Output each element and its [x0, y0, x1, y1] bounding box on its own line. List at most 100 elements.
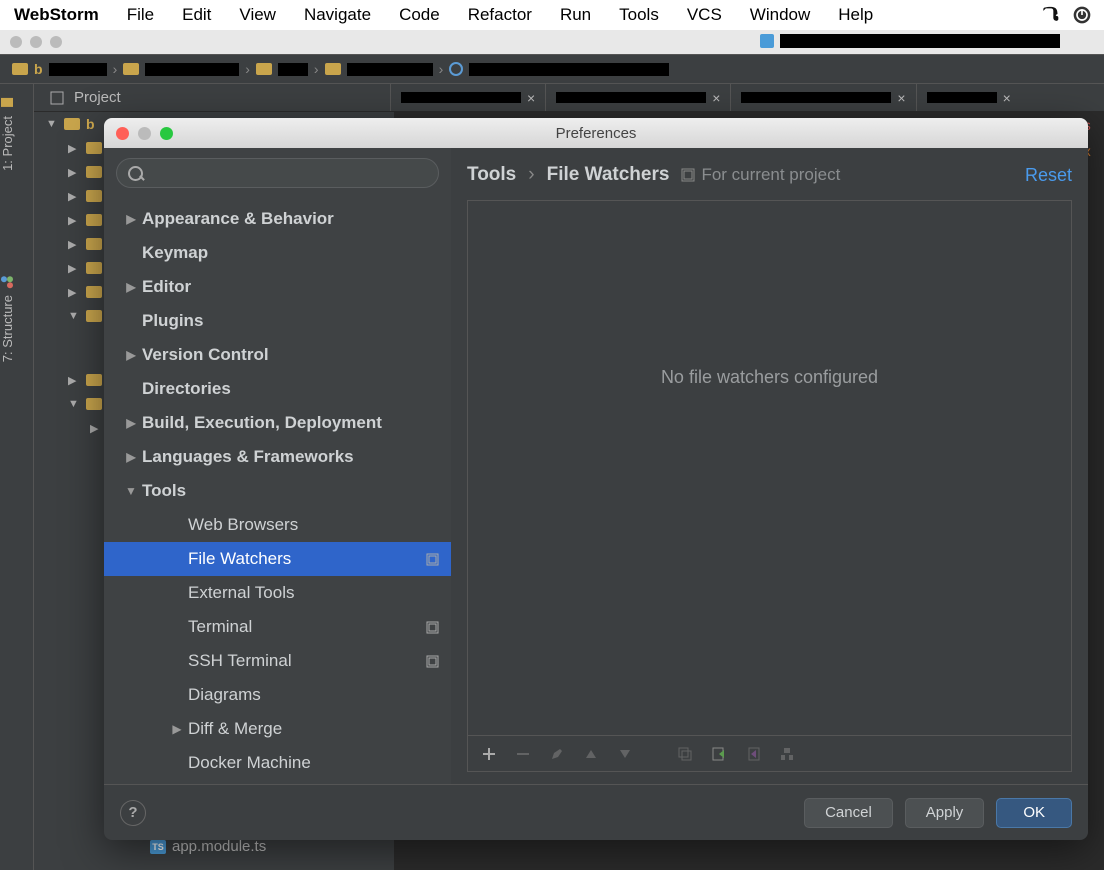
disclosure-arrow-icon: ▶ — [120, 416, 142, 430]
prefs-tree-item-version-control[interactable]: ▶Version Control — [104, 338, 451, 372]
tool-tab-project[interactable]: 1: Project — [0, 84, 15, 183]
tree-item-label: Web Browsers — [188, 515, 298, 535]
per-project-icon — [426, 553, 439, 566]
power-tray-icon[interactable] — [1072, 5, 1092, 25]
prefs-tree-item-plugins[interactable]: Plugins — [104, 304, 451, 338]
ok-button[interactable]: OK — [996, 798, 1072, 828]
per-project-icon — [681, 168, 695, 182]
preferences-tree[interactable]: ▶Appearance & BehaviorKeymap▶EditorPlugi… — [104, 198, 451, 784]
cancel-button[interactable]: Cancel — [804, 798, 893, 828]
prefs-tree-item-tools[interactable]: ▼Tools — [104, 474, 451, 508]
preferences-sidebar: ▶Appearance & BehaviorKeymap▶EditorPlugi… — [104, 148, 451, 784]
tree-item-label: Languages & Frameworks — [142, 447, 354, 467]
preferences-main: Tools › File Watchers For current projec… — [451, 148, 1088, 784]
tree-item-label: Build, Execution, Deployment — [142, 413, 382, 433]
list-toolbar — [468, 735, 1071, 771]
tool-tab-structure[interactable]: 7: Structure — [0, 263, 15, 374]
dialog-title: Preferences — [104, 125, 1088, 142]
preferences-dialog: Preferences ▶Appearance & BehaviorKeymap… — [104, 118, 1088, 840]
menu-tools[interactable]: Tools — [619, 5, 659, 25]
app-name: WebStorm — [14, 5, 99, 25]
export-button[interactable] — [742, 743, 764, 765]
help-button[interactable]: ? — [120, 800, 146, 826]
prefs-tree-item-directories[interactable]: Directories — [104, 372, 451, 406]
tree-item-label: Appearance & Behavior — [142, 209, 334, 229]
prefs-tree-item-keymap[interactable]: Keymap — [104, 236, 451, 270]
scope-label: For current project — [701, 165, 840, 185]
tree-item-label: Editor — [142, 277, 191, 297]
tree-item-label: Plugins — [142, 311, 203, 331]
prefs-tree-item-terminal[interactable]: Terminal — [104, 610, 451, 644]
tree-item-label: Directories — [142, 379, 231, 399]
prefs-tree-item-appearance-behavior[interactable]: ▶Appearance & Behavior — [104, 202, 451, 236]
add-button[interactable] — [478, 743, 500, 765]
per-project-icon — [426, 655, 439, 668]
tree-item-label: Keymap — [142, 243, 208, 263]
project-tool-label[interactable]: Project — [74, 89, 121, 106]
breadcrumb-tools[interactable]: Tools — [467, 164, 516, 186]
move-down-button[interactable] — [614, 743, 636, 765]
file-watchers-list: No file watchers configured — [467, 200, 1072, 772]
menu-window[interactable]: Window — [750, 5, 810, 25]
menu-edit[interactable]: Edit — [182, 5, 211, 25]
prefs-tree-item-docker-machine[interactable]: Docker Machine — [104, 746, 451, 780]
menu-help[interactable]: Help — [838, 5, 873, 25]
disclosure-arrow-icon: ▶ — [120, 212, 142, 226]
prefs-tree-item-web-browsers[interactable]: Web Browsers — [104, 508, 451, 542]
search-input[interactable] — [116, 158, 439, 188]
apply-button[interactable]: Apply — [905, 798, 985, 828]
menu-refactor[interactable]: Refactor — [468, 5, 532, 25]
breadcrumb: Tools › File Watchers For current projec… — [467, 164, 1072, 186]
reset-link[interactable]: Reset — [1025, 165, 1072, 186]
disclosure-arrow-icon: ▶ — [120, 280, 142, 294]
editor-tab[interactable]: × — [390, 84, 545, 111]
prefs-tree-item-file-watchers[interactable]: File Watchers — [104, 542, 451, 576]
menu-code[interactable]: Code — [399, 5, 440, 25]
redacted-title — [780, 34, 1060, 48]
tree-item-label: SSH Terminal — [188, 651, 292, 671]
editor-tab[interactable]: × — [730, 84, 915, 111]
structure-icon — [1, 275, 15, 289]
project-tool-icon — [50, 91, 64, 105]
empty-state: No file watchers configured — [468, 201, 1071, 735]
tree-item-label: External Tools — [188, 583, 294, 603]
menu-view[interactable]: View — [239, 5, 276, 25]
prefs-tree-item-ssh-terminal[interactable]: SSH Terminal — [104, 644, 451, 678]
prefs-tree-item-diagrams[interactable]: Diagrams — [104, 678, 451, 712]
menu-run[interactable]: Run — [560, 5, 591, 25]
prefs-tree-item-build-execution-deployment[interactable]: ▶Build, Execution, Deployment — [104, 406, 451, 440]
tree-item-label: Diagrams — [188, 685, 261, 705]
tree-item-label: Docker Machine — [188, 753, 311, 773]
prefs-tree-item-editor[interactable]: ▶Editor — [104, 270, 451, 304]
typescript-icon: TS — [150, 840, 166, 854]
prefs-tree-item-external-tools[interactable]: External Tools — [104, 576, 451, 610]
disclosure-arrow-icon: ▶ — [120, 450, 142, 464]
tool-window-tabs: 1: Project 7: Structure — [0, 84, 34, 870]
macos-menubar: WebStorm File Edit View Navigate Code Re… — [0, 0, 1104, 30]
folder-icon — [12, 63, 28, 75]
editor-tab[interactable]: × — [916, 84, 1021, 111]
level-button[interactable] — [776, 743, 798, 765]
project-icon — [1, 96, 15, 110]
navigation-breadcrumb: b › › › › — [0, 54, 1104, 84]
move-up-button[interactable] — [580, 743, 602, 765]
menu-file[interactable]: File — [127, 5, 154, 25]
tree-file[interactable]: TS app.module.ts — [150, 838, 266, 855]
menu-vcs[interactable]: VCS — [687, 5, 722, 25]
breadcrumb-file-watchers: File Watchers — [547, 164, 670, 186]
tree-item-label: Terminal — [188, 617, 252, 637]
dialog-titlebar: Preferences — [104, 118, 1088, 148]
import-button[interactable] — [708, 743, 730, 765]
breadcrumb-root[interactable]: b — [34, 61, 43, 77]
prefs-tree-item-diff-merge[interactable]: ▶Diff & Merge — [104, 712, 451, 746]
prefs-tree-item-languages-frameworks[interactable]: ▶Languages & Frameworks — [104, 440, 451, 474]
edit-button[interactable] — [546, 743, 568, 765]
evernote-tray-icon[interactable] — [1040, 5, 1060, 25]
remove-button[interactable] — [512, 743, 534, 765]
copy-button[interactable] — [674, 743, 696, 765]
menu-navigate[interactable]: Navigate — [304, 5, 371, 25]
tree-item-label: Version Control — [142, 345, 269, 365]
file-icon — [449, 62, 463, 76]
editor-tab[interactable]: × — [545, 84, 730, 111]
tree-item-label: Diff & Merge — [188, 719, 282, 739]
